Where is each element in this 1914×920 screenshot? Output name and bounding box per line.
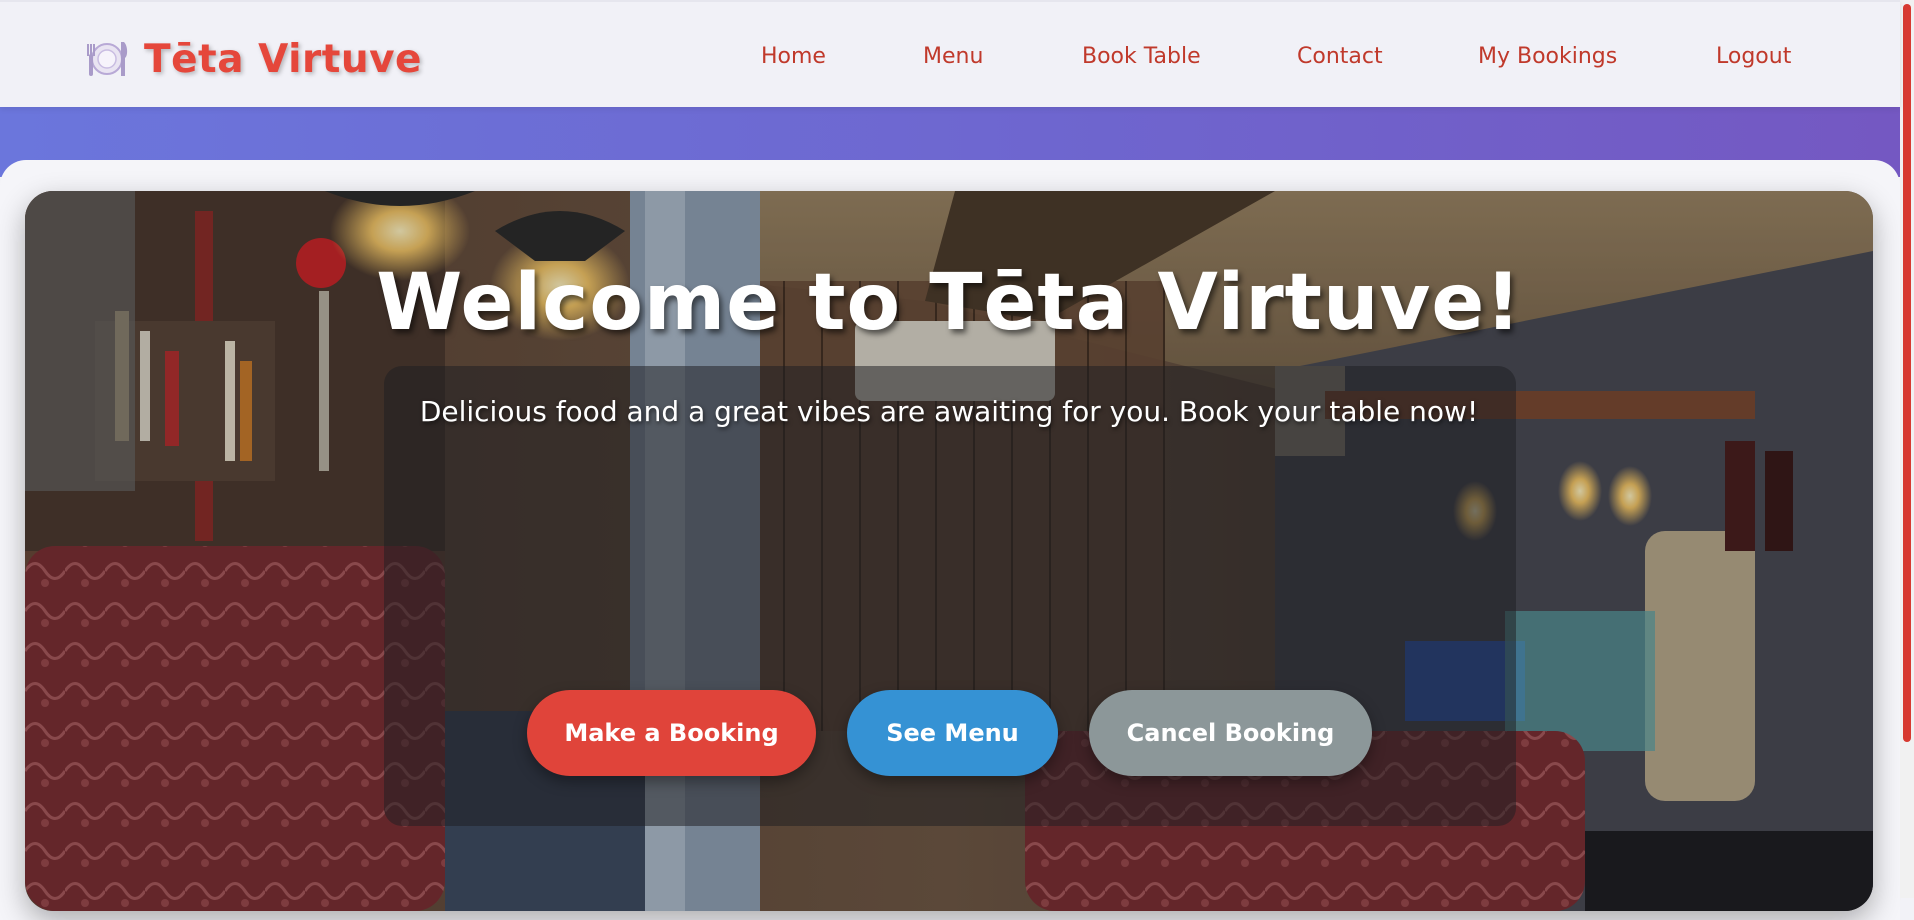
nav-contact[interactable]: Contact <box>1297 44 1383 69</box>
make-booking-button[interactable]: Make a Booking <box>527 690 816 776</box>
top-navbar: Tēta Virtuve Home Menu Book Table Contac… <box>0 0 1900 107</box>
nav-logout[interactable]: Logout <box>1716 44 1791 69</box>
hero-subtitle: Delicious food and a great vibes are awa… <box>419 395 1479 428</box>
nav-menu[interactable]: Menu <box>923 44 983 69</box>
see-menu-button[interactable]: See Menu <box>847 690 1058 776</box>
page-scrollbar[interactable] <box>1900 0 1914 898</box>
hero-title: Welcome to Tēta Virtuve! <box>376 258 1522 348</box>
cancel-booking-button[interactable]: Cancel Booking <box>1089 690 1372 776</box>
nav-my-bookings[interactable]: My Bookings <box>1478 44 1617 69</box>
nav-book-table[interactable]: Book Table <box>1082 44 1201 69</box>
nav-home[interactable]: Home <box>761 44 826 69</box>
nav-links: Home Menu Book Table Contact My Bookings… <box>0 44 1900 74</box>
scrollbar-thumb[interactable] <box>1903 4 1911 742</box>
